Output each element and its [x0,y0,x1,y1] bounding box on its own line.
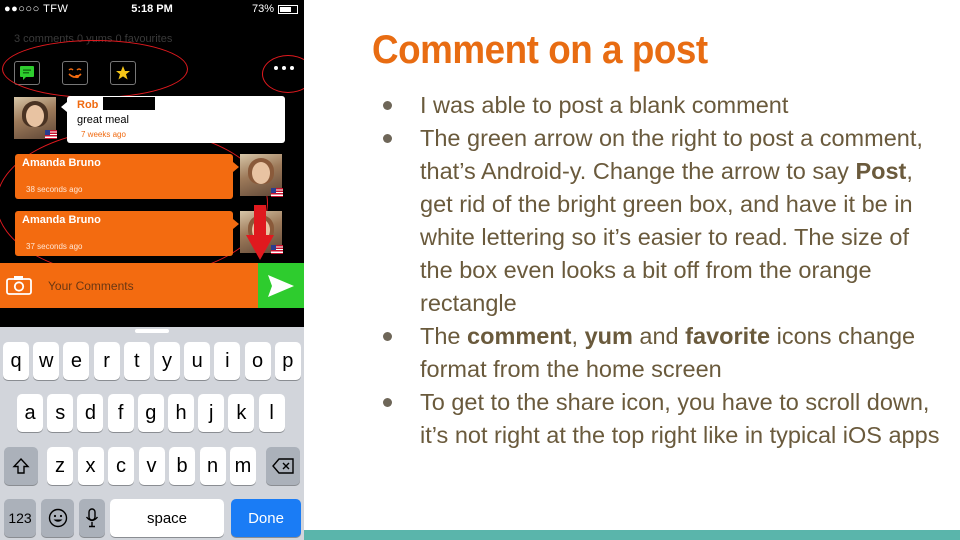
key-o[interactable]: o [244,342,271,380]
key-s[interactable]: s [47,394,74,432]
send-arrow-icon [268,274,294,297]
bullet-dot [383,101,392,110]
bullet-emphasis: Post [855,158,907,184]
slide-title: Comment on a post [372,28,708,72]
star-icon [116,66,130,80]
key-v[interactable]: v [138,447,165,485]
key-d[interactable]: d [77,394,104,432]
comment-author[interactable]: Rob [77,99,98,111]
send-button[interactable] [258,263,304,308]
done-key[interactable]: Done [231,499,301,537]
key-g[interactable]: g [137,394,164,432]
comment-time: 38 seconds ago [26,185,83,194]
mic-icon [85,508,99,528]
space-key[interactable]: space [110,499,224,537]
ios-keyboard: qwertyuiop asdfghjkl zxcvbnm 123 space D… [0,327,304,540]
key-b[interactable]: b [169,447,195,485]
backspace-icon [272,458,294,474]
phone-screenshot: ●●○○○ TFW 5:18 PM 73% 3 comments 0 yums … [0,0,304,540]
footer-bar [304,530,960,540]
annotation-ellipse-more [262,55,304,93]
battery-percent: 73% [251,3,274,15]
key-n[interactable]: n [199,447,226,485]
backspace-key[interactable] [266,447,300,485]
more-icon[interactable] [274,66,294,70]
key-j[interactable]: j [198,394,225,432]
key-i[interactable]: i [214,342,241,380]
key-p[interactable]: p [274,342,301,380]
bullet-item: I was able to post a blank comment [382,89,947,122]
comment-author[interactable]: Amanda Bruno [22,214,101,226]
key-r[interactable]: r [93,342,120,380]
redaction-box [103,97,155,110]
key-t[interactable]: t [123,342,150,380]
bullet-text: The green arrow on the right to post a c… [420,125,923,184]
us-flag-icon [45,130,57,139]
camera-icon[interactable] [6,275,32,295]
key-x[interactable]: x [77,447,104,485]
bullet-text: , [571,323,585,349]
numbers-key[interactable]: 123 [4,499,36,537]
us-flag-icon [271,188,283,197]
comment-bubble: Rob great meal 7 weeks ago [61,96,285,143]
mic-key[interactable] [79,499,105,537]
comment-author[interactable]: Amanda Bruno [22,157,101,169]
bullet-item: The comment, yum and favorite icons chan… [382,320,947,386]
comment-input[interactable] [40,269,254,302]
key-c[interactable]: c [108,447,134,485]
favourite-button[interactable] [110,61,136,85]
annotation-arrow-icon [246,205,274,260]
key-z[interactable]: z [47,447,73,485]
key-e[interactable]: e [63,342,90,380]
post-counts: 3 comments 0 yums 0 favourites [14,33,173,45]
key-q[interactable]: q [3,342,29,380]
bullet-emphasis: yum [584,323,633,349]
bullet-text: I was able to post a blank comment [420,92,789,118]
status-bar: ●●○○○ TFW 5:18 PM 73% [0,0,304,20]
emoji-icon [48,508,67,528]
yum-button[interactable] [62,61,88,85]
key-a[interactable]: a [17,394,43,432]
key-y[interactable]: y [154,342,180,380]
yum-icon [68,68,82,79]
bullet-text: The [420,323,468,349]
key-l[interactable]: l [258,394,285,432]
key-k[interactable]: k [228,394,255,432]
comment-time: 37 seconds ago [26,242,83,251]
bullet-emphasis: comment [467,323,572,349]
comment-icon [20,66,34,80]
bullet-item: To get to the share icon, you have to sc… [382,386,947,452]
key-f[interactable]: f [107,394,134,432]
bullet-dot [383,134,392,143]
bullet-emphasis: favorite [685,323,771,349]
comment-text: great meal [77,114,129,126]
shift-icon [12,457,30,474]
shift-key[interactable] [4,447,38,485]
emoji-key[interactable] [41,499,74,537]
bullet-text: and [632,323,686,349]
comment-bubble: Amanda Bruno 37 seconds ago [15,211,239,256]
comment-time: 7 weeks ago [81,130,126,139]
battery-fill [280,6,292,12]
bullet-item: The green arrow on the right to post a c… [382,122,947,320]
battery-icon [278,4,298,14]
comment-button[interactable] [14,61,40,85]
bullet-dot [383,398,392,407]
key-h[interactable]: h [168,394,194,432]
comment-bubble: Amanda Bruno 38 seconds ago [15,154,239,199]
keyboard-handle[interactable] [135,329,169,333]
bullet-list: I was able to post a blank comment The gr… [382,89,947,452]
bullet-text: To get to the share icon, you have to sc… [420,389,940,448]
bullet-dot [383,332,392,341]
key-u[interactable]: u [184,342,211,380]
key-w[interactable]: w [33,342,60,380]
key-m[interactable]: m [230,447,256,485]
